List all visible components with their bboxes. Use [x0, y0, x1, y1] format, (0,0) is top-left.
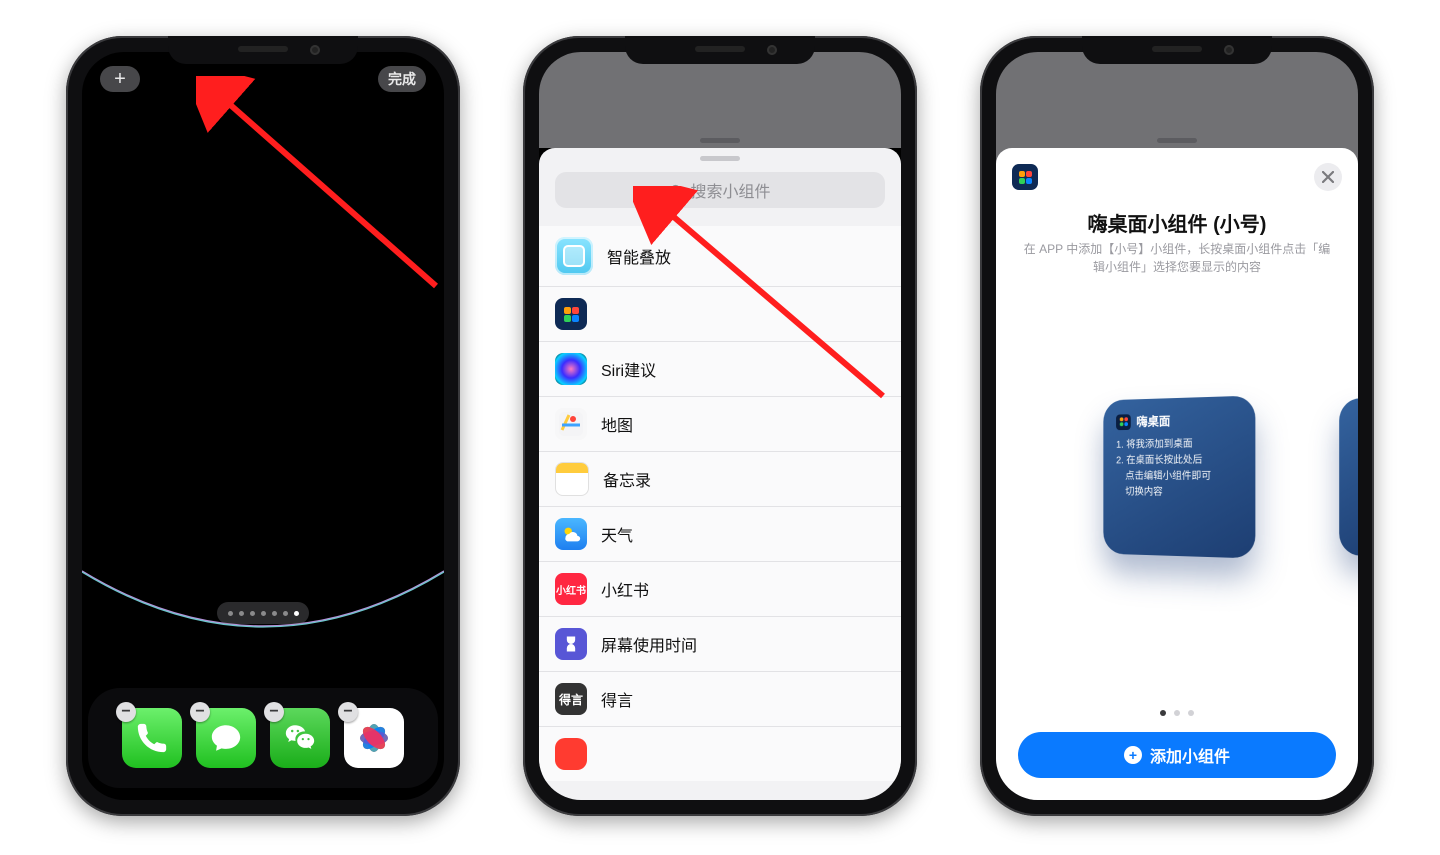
row-label: 备忘录: [603, 467, 651, 491]
hai-desktop-icon: [555, 298, 587, 330]
phone-jiggle-mode: + 完成 − −: [66, 36, 460, 816]
sheet-backdrop: [539, 52, 901, 148]
preview-line: 点击编辑小组件即可: [1116, 469, 1241, 485]
add-widget-button[interactable]: + 添加小组件: [1018, 732, 1336, 778]
row-label: 地图: [601, 412, 633, 436]
row-label: Siri建议: [601, 357, 656, 381]
screen: 嗨桌面小组件 (小号) 在 APP 中添加【小号】小组件，长按桌面小组件点击「编…: [996, 52, 1358, 800]
widget-row-hai-desktop[interactable]: [539, 287, 901, 342]
widget-row-partial[interactable]: [539, 727, 901, 781]
preview-logo-icon: [1116, 414, 1131, 430]
dock-app-phone[interactable]: −: [122, 708, 182, 768]
screentime-icon: [555, 628, 587, 660]
row-label: 小红书: [601, 577, 649, 601]
widget-detail-sheet: 嗨桌面小组件 (小号) 在 APP 中添加【小号】小组件，长按桌面小组件点击「编…: [996, 148, 1358, 800]
weather-icon: [555, 518, 587, 550]
widget-preview[interactable]: 嗨桌面 1. 将我添加到桌面 2. 在桌面长按此处后 点击编辑小组件即可 切换内…: [1103, 395, 1255, 558]
preview-header-text: 嗨桌面: [1136, 412, 1170, 430]
deyan-icon: 得言: [555, 683, 587, 715]
dock: − − − −: [88, 688, 438, 788]
widget-row-smart-stack[interactable]: 智能叠放: [539, 226, 901, 287]
close-button[interactable]: [1314, 163, 1342, 191]
screen: + 完成 − −: [82, 52, 444, 800]
phone-widget-detail: 嗨桌面小组件 (小号) 在 APP 中添加【小号】小组件，长按桌面小组件点击「编…: [980, 36, 1374, 816]
screen: 搜索小组件 智能叠放 Siri建议: [539, 52, 901, 800]
stage: + 完成 − −: [0, 0, 1440, 855]
row-label: 智能叠放: [607, 244, 671, 268]
row-label: 屏幕使用时间: [601, 632, 697, 656]
remove-badge[interactable]: −: [338, 702, 358, 722]
dock-app-wechat[interactable]: −: [270, 708, 330, 768]
search-field[interactable]: 搜索小组件: [555, 172, 885, 208]
widget-row-siri[interactable]: Siri建议: [539, 342, 901, 397]
notch: [1082, 36, 1272, 64]
remove-badge[interactable]: −: [116, 702, 136, 722]
widget-row-xiaohongshu[interactable]: 小红书 小红书: [539, 562, 901, 617]
widget-row-maps[interactable]: 地图: [539, 397, 901, 452]
partial-row-icon: [555, 738, 587, 770]
background-grabber: [700, 138, 740, 143]
page-indicator[interactable]: [217, 602, 309, 624]
maps-icon: [555, 408, 587, 440]
widget-row-screentime[interactable]: 屏幕使用时间: [539, 617, 901, 672]
widget-subtitle: 在 APP 中添加【小号】小组件，长按桌面小组件点击「编辑小组件」选择您要显示的…: [1020, 240, 1334, 276]
smart-stack-icon: [555, 237, 593, 275]
widget-sheet: 搜索小组件 智能叠放 Siri建议: [539, 148, 901, 800]
preview-line: 2. 在桌面长按此处后: [1116, 452, 1241, 469]
widget-list[interactable]: 智能叠放 Siri建议: [539, 226, 901, 800]
remove-badge[interactable]: −: [264, 702, 284, 722]
notes-icon: [555, 462, 589, 496]
add-widget-button[interactable]: +: [100, 66, 140, 92]
done-button[interactable]: 完成: [378, 66, 426, 92]
notch: [168, 36, 358, 64]
siri-icon: [555, 353, 587, 385]
notch: [625, 36, 815, 64]
widget-row-notes[interactable]: 备忘录: [539, 452, 901, 507]
preview-line: 1. 将我添加到桌面: [1116, 436, 1241, 454]
dock-app-photos[interactable]: −: [344, 708, 404, 768]
dock-app-messages[interactable]: −: [196, 708, 256, 768]
sheet-grabber[interactable]: [700, 156, 740, 161]
row-label: 得言: [601, 687, 633, 711]
remove-badge[interactable]: −: [190, 702, 210, 722]
row-label: 天气: [601, 522, 633, 546]
widget-title: 嗨桌面小组件 (小号): [996, 208, 1358, 237]
xiaohongshu-icon: 小红书: [555, 573, 587, 605]
phone-widget-picker: 搜索小组件 智能叠放 Siri建议: [523, 36, 917, 816]
background-grabber: [1157, 138, 1197, 143]
search-icon: [669, 183, 684, 198]
close-icon: [1322, 171, 1334, 183]
widget-row-deyan[interactable]: 得言 得言: [539, 672, 901, 727]
search-placeholder: 搜索小组件: [690, 178, 770, 202]
widget-preview-next[interactable]: [1339, 397, 1358, 557]
preview-line: 切换内容: [1116, 485, 1241, 502]
sheet-header: [1012, 162, 1342, 192]
preview-header: 嗨桌面: [1116, 410, 1241, 430]
app-logo-icon: [1012, 164, 1038, 190]
plus-icon: +: [1124, 746, 1142, 764]
widget-row-weather[interactable]: 天气: [539, 507, 901, 562]
add-widget-label: 添加小组件: [1150, 743, 1230, 767]
size-page-indicator[interactable]: [1160, 710, 1194, 716]
